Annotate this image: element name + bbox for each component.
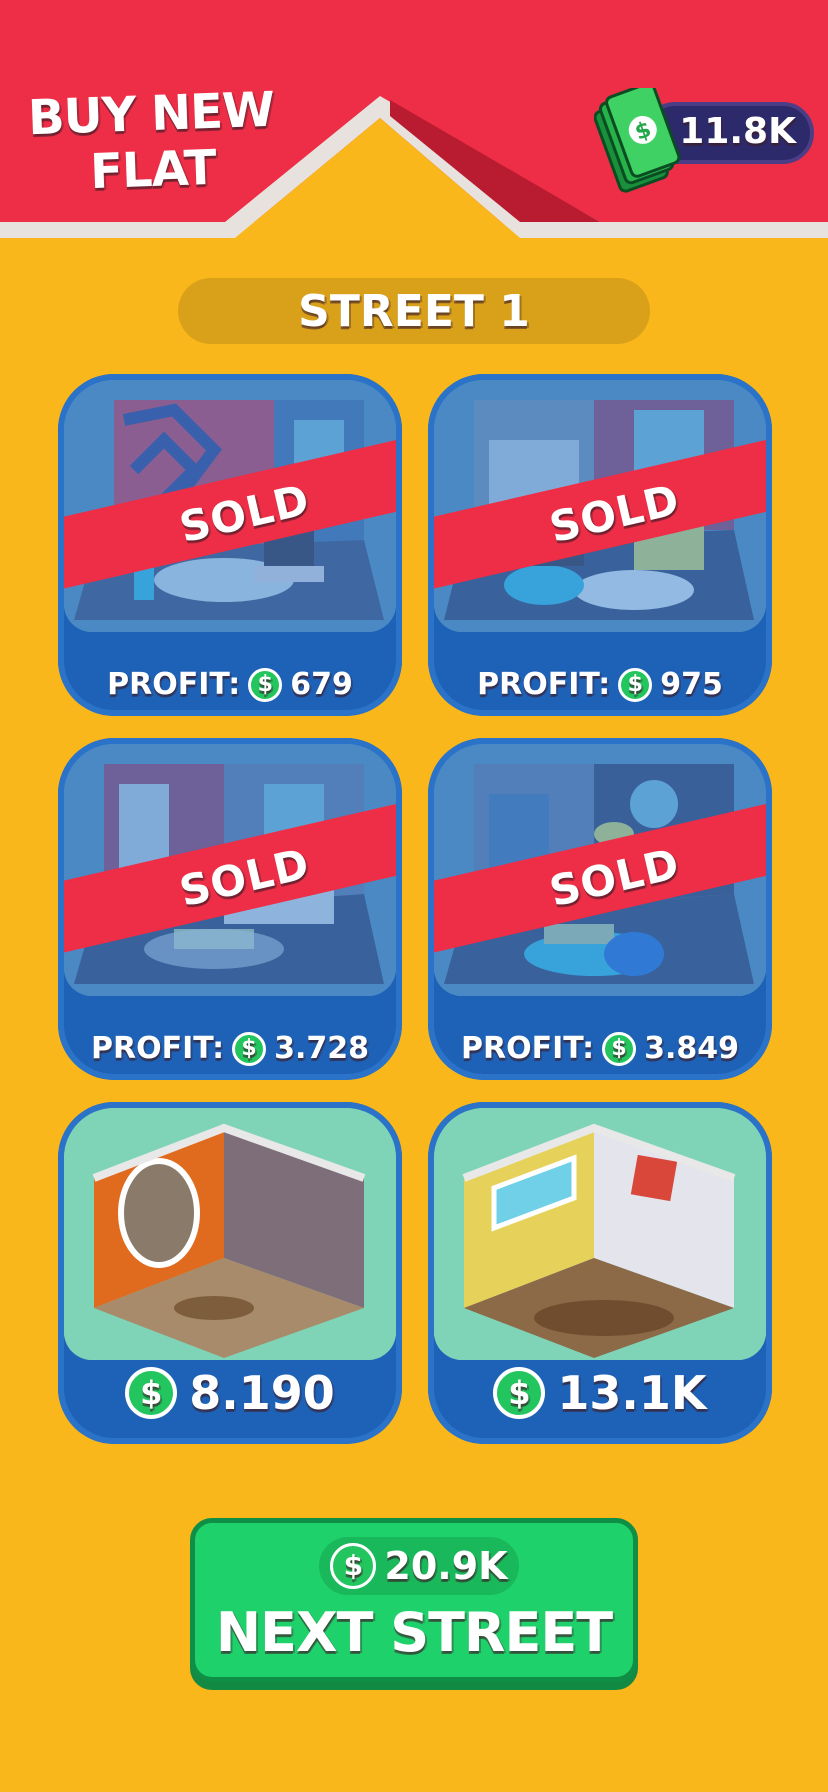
- flat-card-2[interactable]: SOLD PROFIT: $ 975: [428, 374, 772, 716]
- dollar-coin-icon: $: [602, 1031, 637, 1066]
- price-value: 8.190: [189, 1366, 335, 1420]
- price-row: $ 8.190: [58, 1366, 402, 1420]
- profit-value: 679: [290, 667, 353, 702]
- next-street-button[interactable]: $ 20.9K NEXT STREET: [190, 1518, 638, 1682]
- profit-label: PROFIT:: [461, 1031, 595, 1066]
- flat-card-6[interactable]: $ 13.1K: [428, 1102, 772, 1444]
- profit-value: 975: [660, 667, 723, 702]
- flat-room-image: SOLD: [434, 380, 766, 632]
- price-value: 13.1K: [557, 1366, 707, 1420]
- flat-room-image: SOLD: [64, 744, 396, 996]
- header: BUY NEW FLAT 11.8K $: [0, 0, 828, 250]
- flat-card-1[interactable]: SOLD PROFIT: $ 679: [58, 374, 402, 716]
- title-line-2: FLAT: [89, 139, 217, 201]
- profit-label: PROFIT:: [477, 667, 611, 702]
- profit-label: PROFIT:: [107, 667, 241, 702]
- profit-value: 3.728: [274, 1031, 369, 1066]
- cash-counter: 11.8K $: [594, 88, 814, 193]
- flat-card-4[interactable]: SOLD PROFIT: $ 3.849: [428, 738, 772, 1080]
- dollar-coin-icon: $: [618, 667, 653, 702]
- next-street-label: NEXT STREET: [215, 1601, 613, 1664]
- dollar-coin-icon: $: [125, 1367, 178, 1419]
- flat-room-image: [64, 1108, 396, 1360]
- next-street-cost: $ 20.9K: [319, 1537, 519, 1595]
- street-label: STREET 1: [178, 278, 650, 344]
- dollar-coin-icon: $: [248, 667, 283, 702]
- profit-row: PROFIT: $ 3.849: [428, 1031, 772, 1066]
- next-street-cost-value: 20.9K: [384, 1544, 508, 1588]
- flat-room-image: SOLD: [64, 380, 396, 632]
- price-row: $ 13.1K: [428, 1366, 772, 1420]
- dollar-coin-icon: $: [330, 1543, 377, 1589]
- money-stack-icon: $: [594, 88, 681, 193]
- profit-row: PROFIT: $ 3.728: [58, 1031, 402, 1066]
- cash-value: 11.8K: [679, 111, 796, 152]
- title-line-1: BUY NEW: [27, 81, 275, 147]
- flat-room-image: [434, 1108, 766, 1360]
- profit-row: PROFIT: $ 679: [58, 667, 402, 702]
- profit-label: PROFIT:: [91, 1031, 225, 1066]
- page-title: BUY NEW FLAT: [20, 81, 284, 202]
- profit-value: 3.849: [644, 1031, 739, 1066]
- profit-row: PROFIT: $ 975: [428, 667, 772, 702]
- dollar-coin-icon: $: [493, 1367, 546, 1419]
- flat-room-image: SOLD: [434, 744, 766, 996]
- dollar-coin-icon: $: [232, 1031, 267, 1066]
- flat-card-5[interactable]: $ 8.190: [58, 1102, 402, 1444]
- flat-card-3[interactable]: SOLD PROFIT: $ 3.728: [58, 738, 402, 1080]
